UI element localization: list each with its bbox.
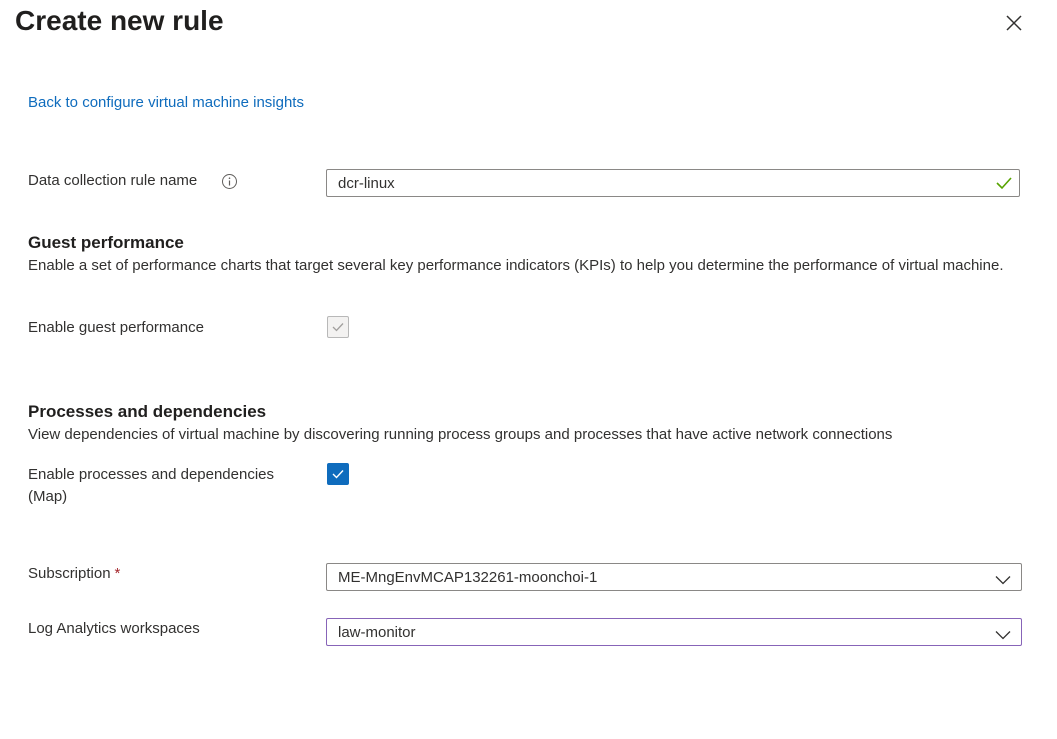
checkmark-icon (995, 175, 1013, 191)
checkmark-icon (332, 323, 344, 332)
workspace-dropdown[interactable]: law-monitor (326, 618, 1022, 646)
rule-name-value: dcr-linux (338, 175, 395, 192)
processes-heading: Processes and dependencies (28, 402, 267, 421)
enable-processes-label-suffix: (Map) (28, 488, 68, 505)
subscription-label: Subscription * (28, 563, 120, 585)
info-icon[interactable] (221, 173, 238, 190)
back-to-insights-link[interactable]: Back to configure virtual machine insigh… (28, 94, 304, 111)
subscription-dropdown[interactable]: ME-MngEnvMCAP132261-moonchoi-1 (326, 563, 1022, 591)
guest-performance-description: Enable a set of performance charts that … (28, 257, 1004, 274)
enable-guest-performance-label: Enable guest performance (28, 319, 204, 336)
workspace-value: law-monitor (338, 624, 416, 641)
processes-description: View dependencies of virtual machine by … (28, 426, 893, 443)
chevron-down-icon (995, 572, 1011, 585)
guest-performance-heading: Guest performance (28, 233, 184, 252)
rule-name-label: Data collection rule name (28, 172, 198, 189)
checkmark-icon (332, 470, 344, 479)
chevron-down-icon (995, 627, 1011, 640)
workspace-label: Log Analytics workspaces (28, 620, 200, 637)
rule-name-input[interactable]: dcr-linux (326, 169, 1020, 197)
required-indicator: * (114, 565, 121, 582)
page-title: Create new rule (15, 5, 224, 36)
enable-processes-checkbox[interactable] (327, 463, 349, 485)
subscription-label-text: Subscription (28, 565, 111, 582)
subscription-value: ME-MngEnvMCAP132261-moonchoi-1 (338, 569, 598, 586)
close-button[interactable] (1001, 10, 1027, 36)
enable-guest-performance-checkbox[interactable] (327, 316, 349, 338)
close-icon (1006, 15, 1022, 31)
enable-processes-label: Enable processes and dependencies (28, 466, 275, 483)
